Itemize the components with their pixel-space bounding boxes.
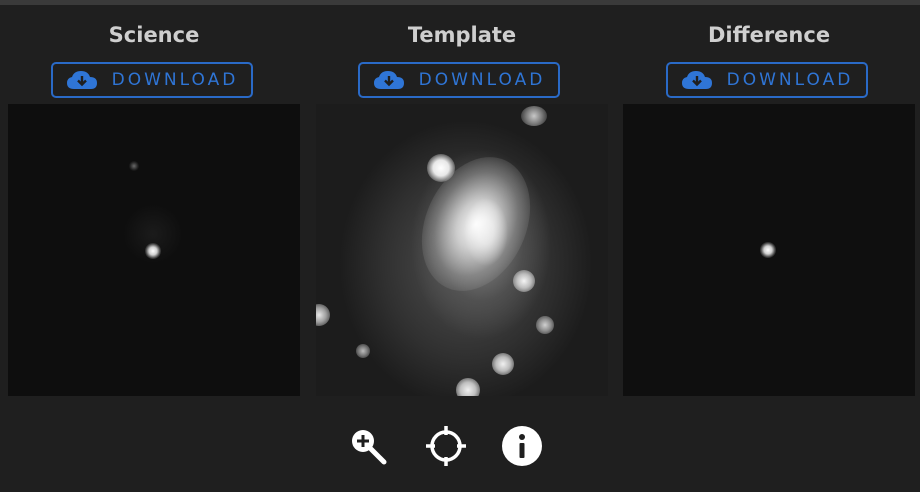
download-button-template[interactable]: DOWNLOAD <box>358 62 560 98</box>
top-divider <box>0 0 920 5</box>
download-button-difference[interactable]: DOWNLOAD <box>666 62 868 98</box>
image-toolbar <box>346 424 546 468</box>
info-icon <box>502 426 542 466</box>
download-button-science[interactable]: DOWNLOAD <box>51 62 253 98</box>
cloud-download-icon <box>681 71 712 89</box>
zoom-in-button[interactable] <box>346 424 390 468</box>
panel-title: Difference <box>707 23 831 47</box>
panel-title: Template <box>407 23 517 47</box>
download-label: DOWNLOAD <box>111 70 239 90</box>
difference-image <box>623 104 915 396</box>
cloud-download-icon <box>373 71 404 89</box>
panel-title: Science <box>108 23 200 47</box>
zoom-in-icon <box>352 430 387 465</box>
science-image <box>8 104 300 396</box>
download-label: DOWNLOAD <box>418 70 546 90</box>
info-button[interactable] <box>500 424 544 468</box>
template-image <box>316 104 608 396</box>
download-label: DOWNLOAD <box>726 70 854 90</box>
cloud-download-icon <box>66 71 97 89</box>
crosshair-icon <box>426 426 466 466</box>
crosshair-button[interactable] <box>424 424 468 468</box>
